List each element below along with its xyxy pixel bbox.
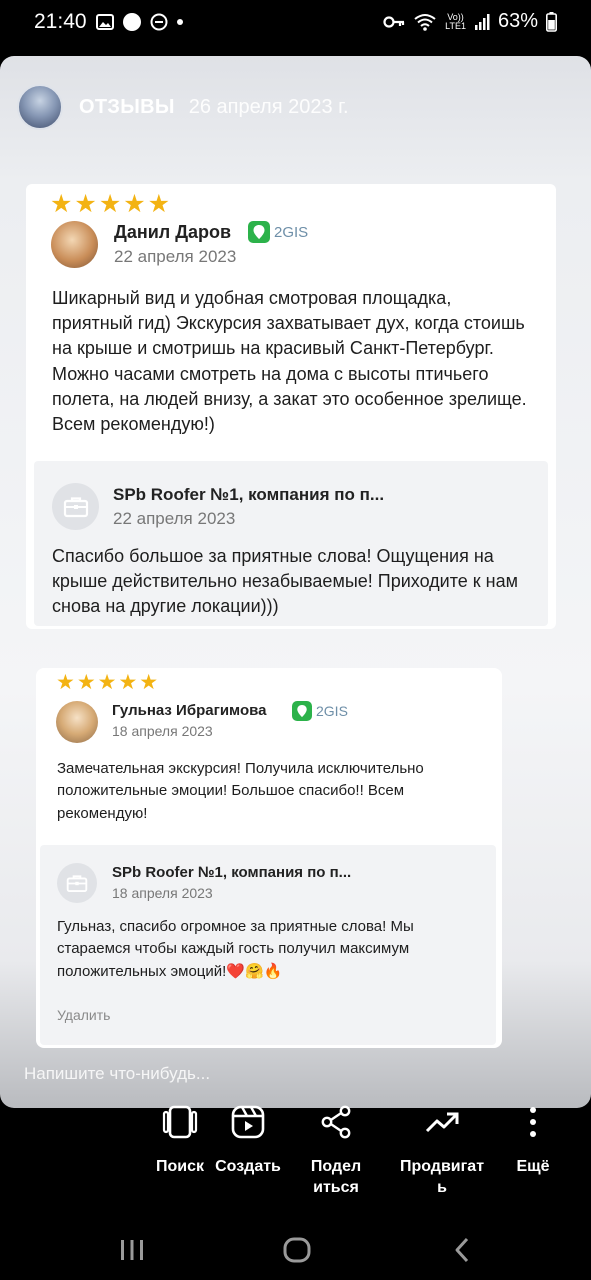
status-bar: 21:40 Vo)) LTE1 63%	[0, 0, 591, 50]
status-time: 21:40	[34, 10, 87, 33]
circle-icon	[123, 13, 141, 31]
reels-create-icon	[231, 1100, 265, 1144]
wifi-icon	[414, 13, 436, 31]
recent-apps-icon	[121, 1240, 143, 1260]
2gis-logo-icon	[292, 701, 312, 721]
review-text: Замечательная экскурсия! Получила исключ…	[57, 760, 424, 822]
signal-icon	[474, 13, 490, 30]
reply-date: 18 апреля 2023	[112, 885, 213, 901]
dot-icon	[177, 19, 183, 25]
battery-percent: 63%	[497, 10, 538, 32]
story-viewer[interactable]: ОТЗЫВЫ 26 апреля 2023 г. ★★★★★ Данил Дар…	[0, 56, 591, 1108]
action-label: Ещё	[516, 1158, 550, 1175]
reply-text: Гульназ, спасибо огромное за приятные сл…	[57, 918, 414, 980]
action-label: Подел иться	[310, 1158, 362, 1196]
more-vertical-icon	[529, 1100, 537, 1144]
battery-icon	[546, 11, 557, 32]
home-button[interactable]	[267, 1230, 327, 1270]
status-right: Vo)) LTE1 63%	[383, 10, 557, 33]
gallery-icon	[96, 14, 114, 30]
reviewer-avatar	[51, 221, 98, 268]
more-action-button[interactable]: Ещё	[508, 1100, 558, 1177]
key-icon	[383, 15, 405, 28]
action-label: Создать	[215, 1158, 281, 1175]
review-text: Шикарный вид и удобная смотровая площадк…	[52, 288, 527, 435]
account-avatar[interactable]	[17, 84, 63, 130]
back-icon	[455, 1237, 469, 1263]
volte-lte-indicator: Vo)) LTE1	[445, 11, 466, 31]
device-search-icon	[162, 1100, 198, 1144]
reply-text: Спасибо большое за приятные слова! Ощуще…	[52, 546, 518, 617]
story-actions: Поиск Создать Подел иться Продвигат ь Ещ…	[0, 1100, 591, 1210]
recent-apps-button[interactable]	[102, 1230, 162, 1270]
reviewer-name: Гульназ Ибрагимова	[112, 702, 267, 719]
rating-stars: ★★★★★	[50, 190, 173, 218]
story-header: ОТЗЫВЫ 26 апреля 2023 г.	[17, 84, 349, 130]
share-action-button[interactable]: Подел иться	[296, 1100, 376, 1198]
back-button[interactable]	[432, 1230, 492, 1270]
source-badge: 2GIS	[248, 221, 308, 243]
company-reply: SPb Roofer №1, компания по п... 22 апрел…	[34, 461, 548, 626]
action-label: Продвигат ь	[399, 1158, 485, 1196]
rating-stars: ★★★★★	[56, 671, 161, 694]
source-label: 2GIS	[316, 703, 348, 719]
promote-action-button[interactable]: Продвигат ь	[394, 1100, 490, 1198]
company-name: SPb Roofer №1, компания по п...	[112, 864, 352, 881]
source-badge: 2GIS	[292, 701, 348, 721]
company-name: SPb Roofer №1, компания по п...	[113, 485, 385, 504]
notification-icons	[96, 12, 184, 32]
action-label: Поиск	[155, 1158, 204, 1175]
review-card: ★★★★★ Данил Даров 2GIS 22 апреля 2023 Ши…	[26, 184, 556, 629]
system-navigation-bar	[0, 1220, 591, 1280]
source-label: 2GIS	[274, 223, 309, 241]
briefcase-icon	[52, 483, 99, 530]
story-date: 26 апреля 2023 г.	[188, 95, 349, 118]
message-input[interactable]	[24, 1060, 564, 1088]
company-reply: SPb Roofer №1, компания по п... 18 апрел…	[40, 845, 496, 1045]
search-action-button[interactable]: Поиск	[150, 1100, 210, 1177]
share-icon	[319, 1100, 353, 1144]
briefcase-icon	[57, 863, 97, 903]
review-date: 18 апреля 2023	[112, 723, 213, 739]
reviewer-name: Данил Даров	[114, 222, 232, 242]
review-date: 22 апреля 2023	[114, 247, 237, 266]
review-card: ★★★★★ Гульназ Ибрагимова 2GIS 18 апреля …	[36, 668, 502, 1048]
reply-date: 22 апреля 2023	[113, 509, 236, 528]
do-not-disturb-icon	[150, 13, 168, 31]
2gis-logo-icon	[248, 221, 270, 243]
delete-reply-link[interactable]: Удалить	[57, 1007, 110, 1023]
create-action-button[interactable]: Создать	[212, 1100, 284, 1177]
reviewer-avatar	[56, 701, 98, 743]
home-icon	[283, 1237, 311, 1263]
trending-up-icon	[424, 1100, 460, 1144]
story-title[interactable]: ОТЗЫВЫ	[79, 96, 175, 119]
